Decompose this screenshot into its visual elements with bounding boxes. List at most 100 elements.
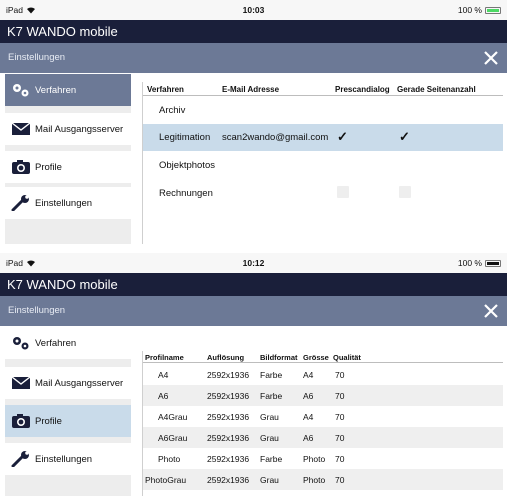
cell-profilname: PhotoGrau [145, 475, 187, 485]
sidebar-item-label: Verfahren [35, 337, 77, 349]
cell-bildformat: Grau [260, 433, 279, 443]
cell-qualitaet: 70 [335, 412, 345, 422]
cell-verfahren: Objektphotos [159, 160, 215, 171]
table-row[interactable]: Objektphotos [143, 152, 503, 178]
cell-bildformat: Farbe [260, 391, 283, 401]
column-header: Qualität [333, 353, 361, 362]
screenshot-divider [0, 244, 507, 253]
sidebar-item-label: Mail Ausgangsserver [35, 377, 124, 389]
table-header: Verfahren E-Mail Adresse Prescandialog G… [143, 82, 503, 96]
cell-groesse: A6 [303, 433, 314, 443]
status-bar: iPad 10:03 100 % [0, 0, 507, 20]
cell-aufloesung: 2592x1936 [207, 433, 250, 443]
clock: 10:12 [242, 258, 265, 268]
cell-aufloesung: 2592x1936 [207, 454, 250, 464]
sidebar-item-label: Profile [35, 415, 62, 427]
screenshot-verfahren: iPad 10:03 100 % K7 WANDO mobile Einstel… [0, 0, 507, 244]
verfahren-table: Verfahren E-Mail Adresse Prescandialog G… [142, 82, 503, 244]
close-icon[interactable] [483, 50, 499, 66]
sidebar-item-einstellungen[interactable]: Einstellungen [5, 187, 131, 219]
sidebar: Verfahren Mail Ausgangsserver Profile Ei… [5, 74, 131, 244]
page-title-bar: Einstellungen [0, 43, 507, 73]
cell-bildformat: Grau [260, 412, 279, 422]
gears-icon [11, 335, 31, 351]
cell-verfahren: Archiv [159, 105, 186, 116]
close-icon[interactable] [483, 303, 499, 319]
wrench-icon [11, 195, 31, 211]
table-header: Profilname Auflösung Bildformat Grösse Q… [143, 351, 503, 363]
gerade-seitenanzahl-checkbox[interactable] [399, 186, 411, 198]
sidebar-item-label: Einstellungen [35, 197, 93, 209]
profile-table: Profilname Auflösung Bildformat Grösse Q… [142, 351, 503, 496]
prescandialog-checkbox[interactable]: ✓ [337, 129, 348, 145]
sidebar-item-profile[interactable]: Profile [5, 405, 131, 437]
cell-aufloesung: 2592x1936 [207, 412, 250, 422]
cell-profilname: A6 [158, 391, 169, 401]
sidebar-item-profile[interactable]: Profile [5, 151, 131, 183]
table-row[interactable]: Archiv [143, 97, 503, 123]
battery-icon [485, 259, 501, 267]
column-header: Gerade Seitenanzahl [397, 85, 476, 94]
cell-email: scan2wando@gmail.com [222, 132, 329, 143]
column-header: Profilname [145, 353, 184, 362]
sidebar-item-label: Mail Ausgangsserver [35, 123, 124, 135]
sidebar-item-mail-ausgangsserver[interactable]: Mail Ausgangsserver [5, 113, 131, 145]
sidebar-item-label: Profile [35, 161, 62, 173]
cell-groesse: A6 [303, 391, 314, 401]
column-header: Auflösung [207, 353, 245, 362]
cell-profilname: A4Grau [158, 412, 188, 422]
cell-bildformat: Farbe [260, 370, 283, 380]
battery-percent: 100 % [457, 258, 482, 268]
app-title: K7 WANDO mobile [0, 273, 507, 296]
cell-qualitaet: 70 [335, 433, 345, 443]
column-header: Prescandialog [335, 85, 390, 94]
cell-groesse: A4 [303, 412, 314, 422]
cell-qualitaet: 70 [335, 475, 345, 485]
camera-icon [11, 159, 31, 175]
camera-icon [11, 413, 31, 429]
cell-qualitaet: 70 [335, 370, 345, 380]
table-row[interactable]: Photo 2592x1936 Farbe Photo 70 [143, 448, 503, 469]
gears-icon [11, 82, 31, 98]
gerade-seitenanzahl-checkbox[interactable]: ✓ [399, 129, 410, 145]
table-row[interactable]: Legitimation scan2wando@gmail.com ✓ ✓ [143, 124, 503, 151]
table-row[interactable]: Rechnungen [143, 180, 503, 206]
cell-groesse: Photo [303, 454, 326, 464]
page-title: Einstellungen [8, 52, 66, 63]
prescandialog-checkbox[interactable] [337, 186, 349, 198]
sidebar-item-label: Einstellungen [35, 453, 93, 465]
table-row[interactable]: A4 2592x1936 Farbe A4 70 [143, 364, 503, 385]
sidebar-item-verfahren[interactable]: Verfahren [5, 327, 131, 359]
cell-aufloesung: 2592x1936 [207, 391, 250, 401]
sidebar-item-verfahren[interactable]: Verfahren [5, 74, 131, 106]
cell-bildformat: Grau [260, 475, 279, 485]
column-header: Bildformat [260, 353, 298, 362]
mail-icon [11, 121, 31, 137]
cell-bildformat: Farbe [260, 454, 283, 464]
cell-groesse: A4 [303, 370, 314, 380]
cell-verfahren: Rechnungen [159, 188, 213, 199]
sidebar: Verfahren Mail Ausgangsserver Profile Ei… [5, 327, 131, 496]
status-bar: iPad 10:12 100 % [0, 253, 507, 273]
table-row[interactable]: A6 2592x1936 Farbe A6 70 [143, 385, 503, 406]
sidebar-item-einstellungen[interactable]: Einstellungen [5, 443, 131, 475]
cell-verfahren: Legitimation [159, 132, 211, 143]
cell-qualitaet: 70 [335, 391, 345, 401]
cell-aufloesung: 2592x1936 [207, 370, 250, 380]
table-row[interactable]: A4Grau 2592x1936 Grau A4 70 [143, 406, 503, 427]
column-header: Grösse [303, 353, 329, 362]
mail-icon [11, 375, 31, 391]
cell-profilname: A6Grau [158, 433, 188, 443]
sidebar-item-mail-ausgangsserver[interactable]: Mail Ausgangsserver [5, 367, 131, 399]
table-row[interactable]: PhotoGrau 2592x1936 Grau Photo 70 [143, 469, 503, 490]
column-header: E-Mail Adresse [222, 85, 280, 94]
cell-aufloesung: 2592x1936 [207, 475, 250, 485]
page-title: Einstellungen [8, 305, 66, 316]
sidebar-item-label: Verfahren [35, 84, 77, 96]
wrench-icon [11, 451, 31, 467]
clock: 10:03 [242, 5, 265, 15]
app-title: K7 WANDO mobile [0, 20, 507, 43]
column-header: Verfahren [147, 85, 184, 94]
table-row[interactable]: A6Grau 2592x1936 Grau A6 70 [143, 427, 503, 448]
cell-profilname: A4 [158, 370, 169, 380]
